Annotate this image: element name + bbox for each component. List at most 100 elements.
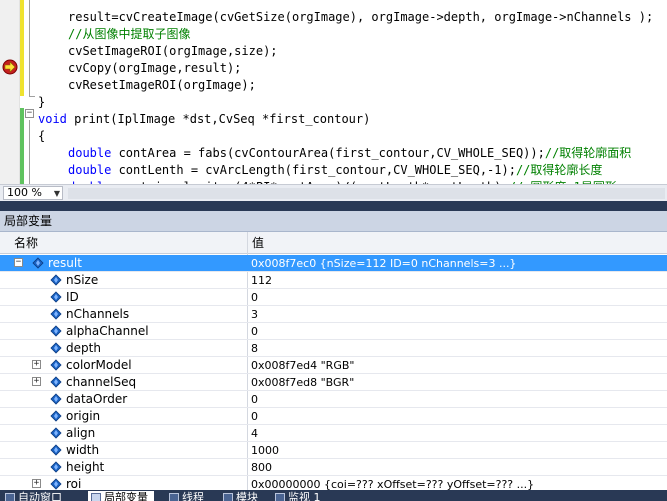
code-line: cvResetImageROI(orgImage);	[68, 77, 256, 94]
debug-window-tabs: 自动窗口 局部变量 线程 模块 监视 1	[0, 490, 667, 501]
variable-value[interactable]: 1000	[251, 442, 665, 459]
locals-window: 局部变量 名称 值 − result 0x008f7ec0 {nSize=112 I…	[0, 211, 667, 490]
locals-row-nSize[interactable]: nSize 112	[0, 272, 667, 289]
variable-name: result	[48, 256, 82, 270]
variable-value[interactable]: 4	[251, 425, 665, 442]
expand-icon[interactable]: +	[32, 479, 41, 488]
tab-1[interactable]: 局部变量	[88, 491, 154, 501]
code-line: result=cvCreateImage(cvGetSize(orgImage)…	[68, 9, 653, 26]
variable-name: nSize	[66, 273, 99, 287]
editor-status-bar: 100 % ▼	[0, 184, 667, 201]
tab-label: 线程	[182, 491, 204, 501]
locals-row-origin[interactable]: origin 0	[0, 408, 667, 425]
tab-label: 模块	[236, 491, 258, 501]
variable-name: origin	[66, 409, 101, 423]
locals-row-colorModel[interactable]: + colorModel 0x008f7ed4 "RGB"	[0, 357, 667, 374]
zoom-level-select[interactable]: 100 % ▼	[3, 186, 63, 200]
locals-window-title: 局部变量	[0, 211, 667, 232]
code-token: cvSetImageROI(orgImage,size);	[68, 44, 278, 58]
code-keyword: double	[68, 146, 112, 160]
locals-row-align[interactable]: align 4	[0, 425, 667, 442]
variable-field-icon	[50, 325, 62, 337]
zoom-level-value: 100 %	[7, 186, 42, 199]
window-splitter[interactable]	[0, 201, 667, 211]
variable-value[interactable]: 800	[251, 459, 665, 476]
variable-value[interactable]: 0	[251, 289, 665, 306]
variable-value[interactable]: 112	[251, 272, 665, 289]
locals-row-height[interactable]: height 800	[0, 459, 667, 476]
code-comment: //取得轮廓面积	[544, 146, 632, 160]
tab-0[interactable]: 自动窗口	[2, 491, 68, 501]
code-line: double contArea = fabs(cvContourArea(fir…	[68, 145, 631, 162]
variable-field-icon	[50, 461, 62, 473]
variable-name: height	[66, 460, 105, 474]
variable-field-icon	[50, 274, 62, 286]
variable-field-icon	[50, 308, 62, 320]
code-comment: //从图像中提取子图像	[68, 27, 191, 41]
expand-icon[interactable]: +	[32, 360, 41, 369]
variable-value[interactable]: 0x008f7ed4 "RGB"	[251, 357, 665, 374]
locals-row-ID[interactable]: ID 0	[0, 289, 667, 306]
horizontal-scrollbar[interactable]	[68, 188, 665, 199]
current-statement-arrow-icon	[2, 59, 18, 75]
variable-field-icon	[50, 291, 62, 303]
code-line: //从图像中提取子图像	[68, 26, 190, 43]
locals-row-depth[interactable]: depth 8	[0, 340, 667, 357]
variable-value[interactable]: 0	[251, 391, 665, 408]
collapse-icon[interactable]: −	[14, 258, 23, 267]
code-line: cvCopy(orgImage,result);	[68, 60, 241, 77]
locals-row-roi[interactable]: + roi 0x00000000 {coi=??? xOffset=??? yOff…	[0, 476, 667, 490]
variable-value[interactable]: 0	[251, 408, 665, 425]
code-keyword: void	[38, 112, 67, 126]
tab-4[interactable]: 监视 1	[272, 491, 327, 501]
variable-name: channelSeq	[66, 375, 137, 389]
variable-value[interactable]: 0	[251, 323, 665, 340]
code-editor[interactable]: − result=cvCreateImage(cvGetSize(orgImag…	[0, 0, 667, 184]
code-line: double contLenth = cvArcLength(first_con…	[68, 162, 602, 179]
code-token: cvResetImageROI(orgImage);	[68, 78, 256, 92]
variable-field-icon	[50, 359, 62, 371]
variable-field-icon	[50, 478, 62, 490]
editor-gutter[interactable]	[0, 0, 20, 184]
variable-value[interactable]: 3	[251, 306, 665, 323]
variable-name: width	[66, 443, 100, 457]
variable-value[interactable]: 0x00000000 {coi=??? xOffset=??? yOffset=…	[251, 476, 665, 490]
variable-field-icon	[50, 410, 62, 422]
chevron-down-icon[interactable]: ▼	[54, 188, 60, 200]
variable-name: colorModel	[66, 358, 132, 372]
variable-name: nChannels	[66, 307, 130, 321]
collapse-function-icon[interactable]: −	[25, 109, 34, 118]
code-token: contLenth = cvArcLength(first_contour,CV…	[111, 163, 516, 177]
outlining-margin: −	[23, 0, 37, 184]
locals-row-result[interactable]: − result 0x008f7ec0 {nSize=112 ID=0 nChann…	[0, 255, 667, 272]
locals-row-width[interactable]: width 1000	[0, 442, 667, 459]
variable-field-icon	[50, 444, 62, 456]
tab-3[interactable]: 模块	[220, 491, 264, 501]
column-header-value[interactable]: 值	[252, 232, 264, 254]
code-token: cvCopy(orgImage,result);	[68, 61, 242, 75]
code-line: void print(IplImage *dst,CvSeq *first_co…	[38, 111, 370, 128]
variable-name: dataOrder	[66, 392, 128, 406]
variable-name: alphaChannel	[66, 324, 149, 338]
code-comment: //取得轮廓长度	[515, 163, 603, 177]
code-token: print(IplImage *dst,CvSeq *first_contour…	[66, 112, 371, 126]
expand-icon[interactable]: +	[32, 377, 41, 386]
variable-value[interactable]: 8	[251, 340, 665, 357]
window-tab-icon	[275, 493, 285, 501]
variable-name: depth	[66, 341, 101, 355]
variable-name: align	[66, 426, 96, 440]
locals-row-dataOrder[interactable]: dataOrder 0	[0, 391, 667, 408]
locals-row-channelSeq[interactable]: + channelSeq 0x008f7ed8 "BGR"	[0, 374, 667, 391]
variable-field-icon	[50, 393, 62, 405]
tab-label: 监视 1	[288, 491, 321, 501]
variable-value[interactable]: 0x008f7ed8 "BGR"	[251, 374, 665, 391]
code-token: }	[38, 95, 46, 109]
variable-value[interactable]: 0x008f7ec0 {nSize=112 ID=0 nChannels=3 .…	[251, 255, 665, 272]
column-header-name[interactable]: 名称	[14, 232, 38, 254]
code-token: {	[38, 129, 46, 143]
tab-label: 局部变量	[104, 491, 148, 501]
locals-row-nChannels[interactable]: nChannels 3	[0, 306, 667, 323]
variable-field-icon	[32, 257, 44, 269]
locals-row-alphaChannel[interactable]: alphaChannel 0	[0, 323, 667, 340]
tab-2[interactable]: 线程	[166, 491, 210, 501]
